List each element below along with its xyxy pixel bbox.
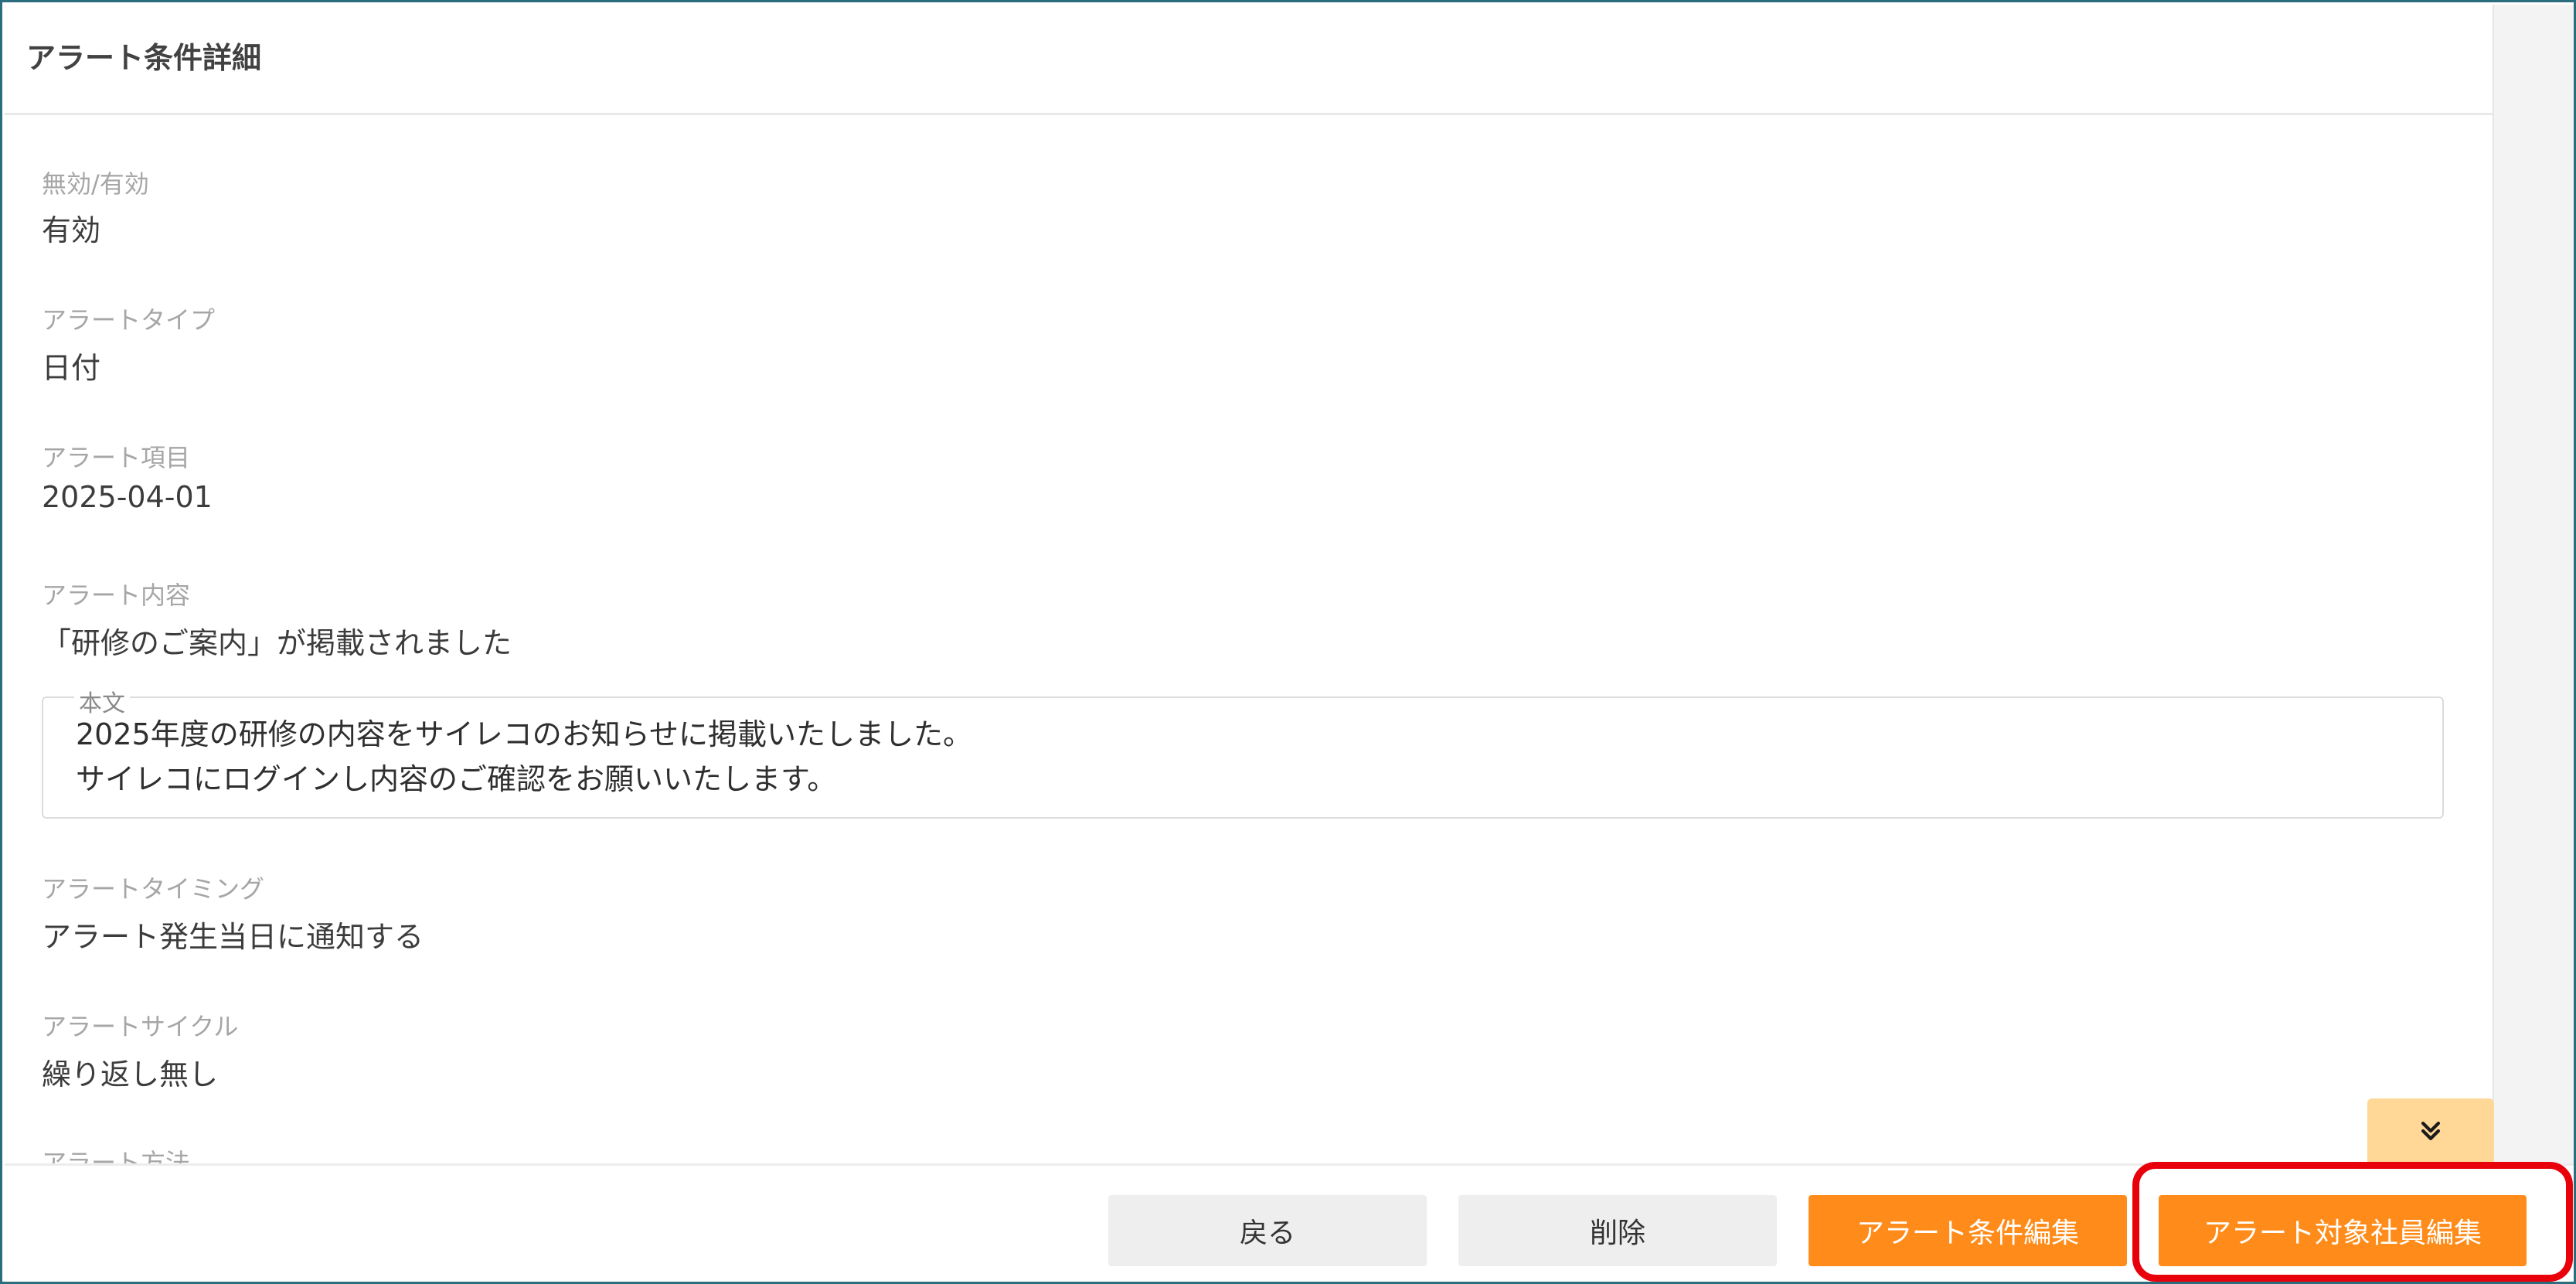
page-header: アラート条件詳細 xyxy=(5,5,2493,115)
field-label-alert-method: アラート方法 xyxy=(42,1148,191,1163)
page-title: アラート条件詳細 xyxy=(26,41,262,75)
field-label-alert-content: アラート内容 xyxy=(42,581,191,610)
double-chevron-down-icon xyxy=(2421,1121,2441,1141)
body-text-box: 本文 2025年度の研修の内容をサイレコのお知らせに掲載いたしました。 サイレコ… xyxy=(42,684,2444,819)
edit-target-employees-button[interactable]: アラート対象社員編集 xyxy=(2159,1195,2527,1266)
field-value-alert-content: 「研修のご案内」が掲載されました xyxy=(42,626,512,660)
field-value-alert-timing: アラート発生当日に通知する xyxy=(42,920,424,954)
detail-content: 無効/有効 有効 アラートタイプ 日付 アラート項目 2025-04-01 アラ… xyxy=(5,115,2493,1163)
field-value-enabled: 有効 xyxy=(42,213,101,247)
field-label-alert-timing: アラートタイミング xyxy=(42,874,265,904)
field-label-enabled: 無効/有効 xyxy=(42,169,149,199)
edit-alert-condition-button[interactable]: アラート条件編集 xyxy=(1809,1195,2127,1266)
app-frame: アラート条件詳細 無効/有効 有効 アラートタイプ 日付 アラート項目 2025… xyxy=(0,0,2576,1284)
scrollbar-track[interactable] xyxy=(2493,5,2574,1164)
body-line-2: サイレコにログインし内容のご確認をお願いいたします。 xyxy=(76,762,837,796)
field-label-alert-type: アラートタイプ xyxy=(42,305,216,335)
scroll-down-button[interactable] xyxy=(2367,1098,2494,1163)
delete-button[interactable]: 削除 xyxy=(1458,1195,1777,1266)
field-value-alert-item: 2025-04-01 xyxy=(42,480,213,514)
field-value-alert-type: 日付 xyxy=(42,351,101,385)
action-footer: 戻る 削除 アラート条件編集 アラート対象社員編集 xyxy=(5,1163,2574,1282)
field-value-alert-cycle: 繰り返し無し xyxy=(42,1058,219,1092)
field-label-alert-cycle: アラートサイクル xyxy=(42,1012,239,1041)
field-label-alert-item: アラート項目 xyxy=(42,443,191,472)
back-button[interactable]: 戻る xyxy=(1108,1195,1427,1266)
body-line-1: 2025年度の研修の内容をサイレコのお知らせに掲載いたしました。 xyxy=(76,717,972,751)
